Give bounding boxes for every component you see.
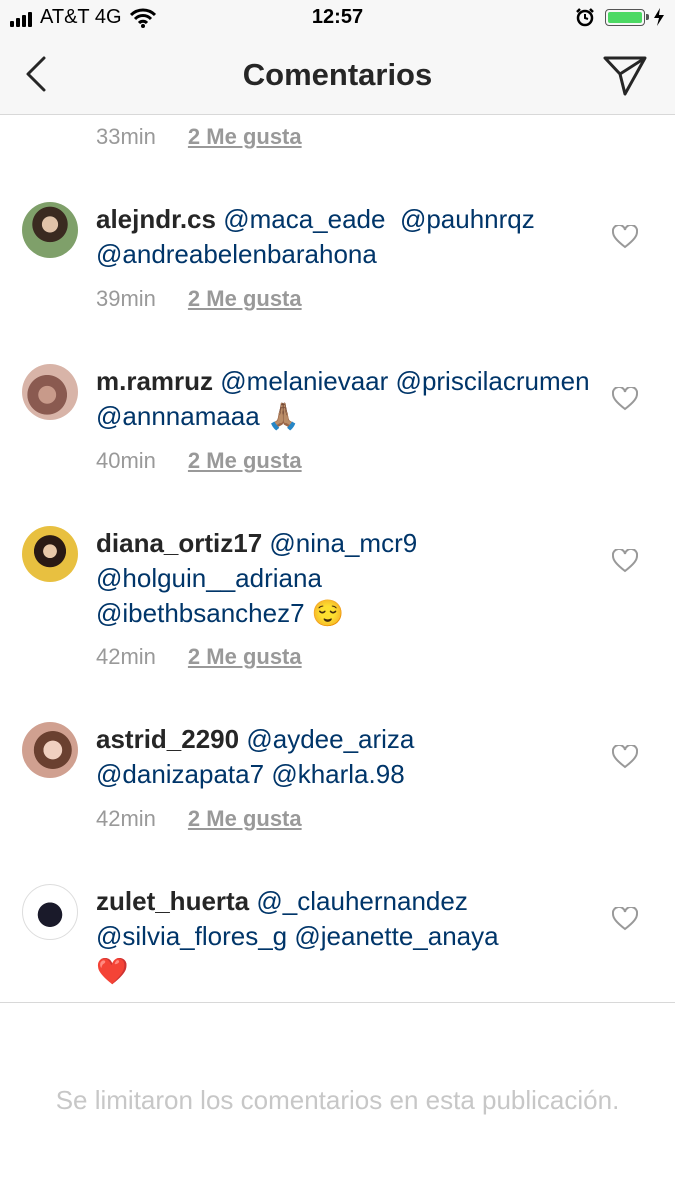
comment-text: zulet_huerta @_clauhernandez @silvia_flo…	[96, 884, 596, 989]
avatar[interactable]	[22, 364, 78, 420]
emoji: 😌	[311, 598, 345, 628]
mention-link[interactable]: @_clauhernandez	[256, 886, 467, 916]
mention-link[interactable]: @andreabelenbarahona	[96, 239, 377, 269]
avatar[interactable]	[22, 526, 78, 582]
mention-link[interactable]: @maca_eade	[223, 204, 385, 234]
comment-time: 42min	[96, 644, 156, 669]
mention-link[interactable]: @aydee_ariza	[246, 724, 414, 754]
paper-plane-icon[interactable]	[603, 54, 647, 96]
comment-meta: 39min 2 Me gusta	[96, 286, 302, 312]
heart-outline-icon[interactable]	[612, 549, 638, 573]
emoji: ❤️	[96, 956, 129, 986]
status-right	[575, 7, 665, 27]
comment-text: diana_ortiz17 @nina_mcr9 @holguin__adria…	[96, 526, 596, 631]
comment-time: 39min	[96, 286, 156, 311]
mention-link[interactable]: @danizapata7	[96, 759, 264, 789]
status-bar: AT&T 4G 12:57	[0, 0, 675, 38]
likes-link[interactable]: 2 Me gusta	[188, 806, 302, 832]
comment-meta: 33min 2 Me gusta	[96, 124, 302, 150]
heart-outline-icon[interactable]	[612, 225, 638, 249]
divider	[0, 1002, 675, 1003]
mention-link[interactable]: @ibethbsanchez7	[96, 598, 305, 628]
comment-text: alejndr.cs @maca_eade @pauhnrqz @andreab…	[96, 202, 596, 272]
avatar[interactable]	[22, 722, 78, 778]
comment-username[interactable]: alejndr.cs	[96, 204, 216, 234]
alarm-icon	[576, 8, 594, 27]
comment-username[interactable]: m.ramruz	[96, 366, 213, 396]
heart-outline-icon[interactable]	[612, 745, 638, 769]
heart-outline-icon[interactable]	[612, 387, 638, 411]
comment-time: 42min	[96, 806, 156, 831]
comment-meta: 42min 2 Me gusta	[96, 644, 302, 670]
mention-link[interactable]: @annnamaaa	[96, 401, 260, 431]
likes-link[interactable]: 2 Me gusta	[188, 286, 302, 312]
likes-link[interactable]: 2 Me gusta	[188, 448, 302, 474]
comment-username[interactable]: astrid_2290	[96, 724, 239, 754]
clock: 12:57	[311, 6, 364, 28]
comment-username[interactable]: diana_ortiz17	[96, 528, 262, 558]
comment-meta: 42min 2 Me gusta	[96, 806, 302, 832]
comment-time: 33min	[96, 124, 156, 149]
emoji: 🙏🏽	[266, 401, 300, 431]
mention-link[interactable]: @pauhnrqz	[400, 204, 535, 234]
comment-meta: 40min 2 Me gusta	[96, 448, 302, 474]
comment-username[interactable]: zulet_huerta	[96, 886, 249, 916]
mention-link[interactable]: @jeanette_anaya	[294, 921, 498, 951]
mention-link[interactable]: @holguin__adriana	[96, 563, 322, 593]
comment-text: m.ramruz @melanievaar @priscilacrumen @a…	[96, 364, 596, 434]
comment-text: astrid_2290 @aydee_ariza @danizapata7 @k…	[96, 722, 596, 792]
likes-link[interactable]: 2 Me gusta	[188, 644, 302, 670]
mention-link[interactable]: @silvia_flores_g	[96, 921, 287, 951]
comments-limited-notice: Se limitaron los comentarios en esta pub…	[55, 1085, 620, 1115]
avatar[interactable]	[22, 884, 78, 940]
nav-bar: Comentarios	[0, 38, 675, 115]
likes-link[interactable]: 2 Me gusta	[188, 124, 302, 150]
comment-time: 40min	[96, 448, 156, 473]
page-title: Comentarios	[242, 57, 433, 92]
avatar[interactable]	[22, 202, 78, 258]
mention-link[interactable]: @nina_mcr9	[269, 528, 417, 558]
mention-link[interactable]: @priscilacrumen	[396, 366, 590, 396]
charging-icon	[654, 8, 664, 26]
battery-icon	[605, 8, 649, 26]
mention-link[interactable]: @melanievaar	[220, 366, 388, 396]
mention-link[interactable]: @kharla.98	[271, 759, 404, 789]
heart-outline-icon[interactable]	[612, 907, 638, 931]
